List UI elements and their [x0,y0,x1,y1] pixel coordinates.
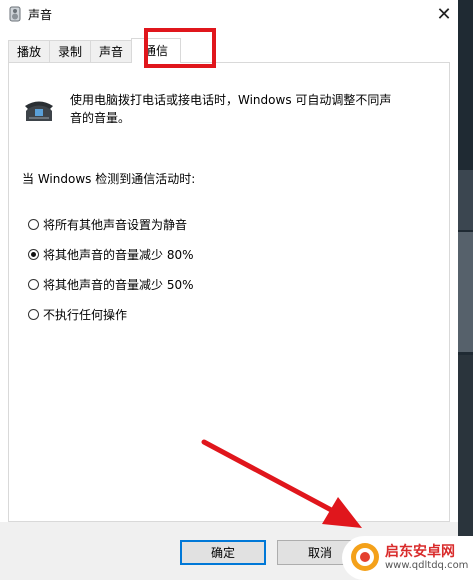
sound-dialog: 声音 ✕ 播放 录制 声音 通信 使用电脑拨打电话或接电话时，Windows 可… [0,0,458,580]
option-label: 将所有其他声音设置为静音 [43,218,188,232]
ok-button[interactable]: 确定 [180,540,266,565]
close-button[interactable]: ✕ [430,0,458,28]
title-bar[interactable]: 声音 ✕ [0,0,458,28]
option-label: 不执行任何操作 [43,308,128,322]
option-label: 将其他声音的音量减少 50% [43,278,194,292]
speaker-icon [9,6,21,22]
telephone-icon [25,101,53,121]
watermark-name: 启东安卓网 [385,544,455,560]
tab-recording[interactable]: 录制 [49,40,92,62]
background-window [458,0,473,580]
option-reduce-80[interactable]: 将其他声音的音量减少 80% [28,246,194,263]
close-icon: ✕ [436,3,452,25]
background-block [458,232,473,352]
watermark-logo-icon [351,543,379,571]
radio-button[interactable] [28,279,39,290]
option-label: 将其他声音的音量减少 80% [43,248,194,262]
watermark-url: www.qdltdq.com [385,560,469,571]
detection-label: 当 Windows 检测到通信活动时: [22,172,196,186]
option-reduce-50[interactable]: 将其他声音的音量减少 50% [28,276,194,293]
background-block [458,170,473,230]
highlight-box [144,28,216,68]
option-do-nothing[interactable]: 不执行任何操作 [28,306,127,323]
radio-button[interactable] [28,309,39,320]
radio-button[interactable] [28,219,39,230]
window-title: 声音 [28,8,53,22]
tab-playback[interactable]: 播放 [8,40,51,62]
option-mute-all[interactable]: 将所有其他声音设置为静音 [28,216,187,233]
description-text: 使用电脑拨打电话或接电话时，Windows 可自动调整不同声音的音量。 [70,93,392,125]
radio-button[interactable] [28,249,39,260]
tab-sounds[interactable]: 声音 [90,40,133,62]
